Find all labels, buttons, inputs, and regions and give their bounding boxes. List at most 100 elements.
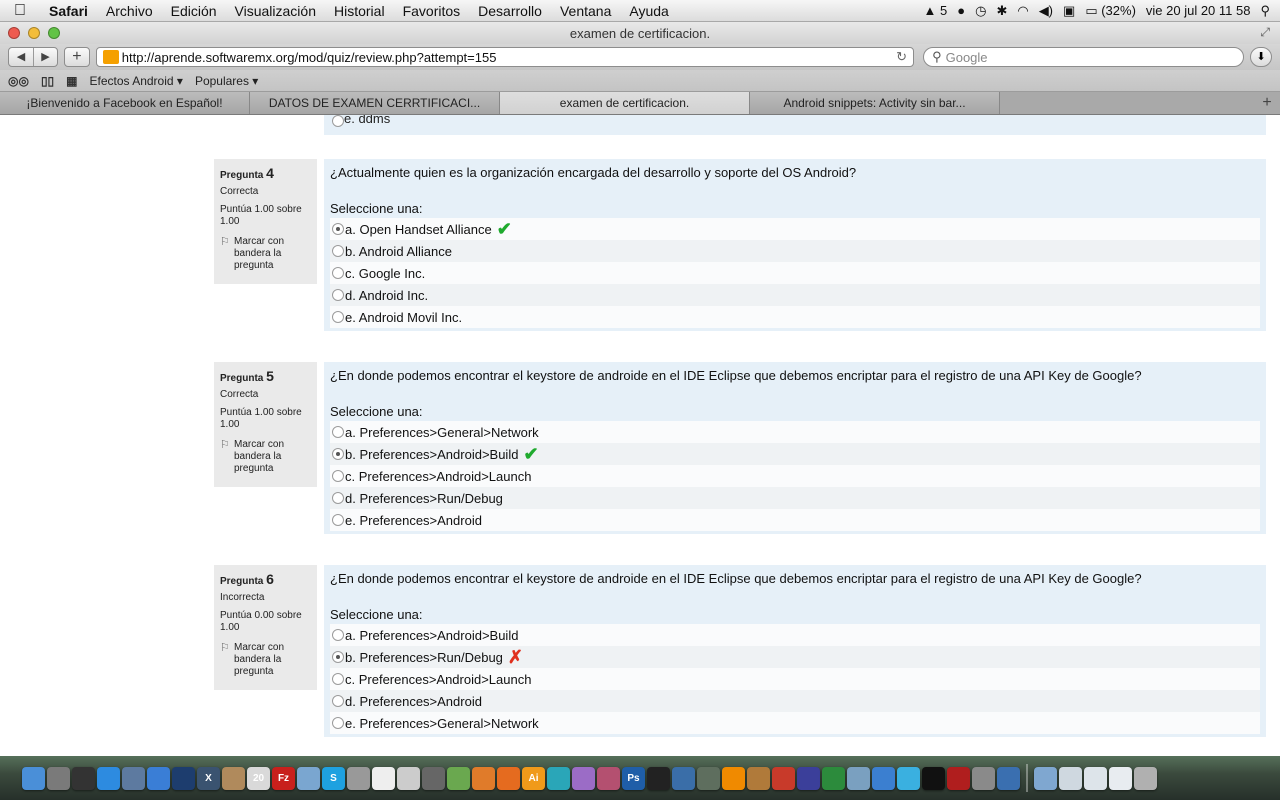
dock-address-book-icon[interactable] [222, 766, 245, 790]
wifi-icon[interactable]: ◠ [1017, 3, 1028, 19]
dock-android-sdk-icon[interactable] [447, 766, 470, 790]
dock-monitor-icon[interactable] [847, 766, 870, 790]
radio-button[interactable] [332, 673, 344, 685]
dock-preview-icon[interactable] [122, 766, 145, 790]
spotlight-icon[interactable]: ⚲ [1260, 3, 1270, 19]
answer-option[interactable]: d. Android Inc. [330, 284, 1260, 306]
dock-virtualbox-icon[interactable] [672, 766, 695, 790]
dock-firefox-icon[interactable] [497, 766, 520, 790]
forward-button[interactable]: ▶ [33, 48, 57, 66]
tab-android-snippets[interactable]: Android snippets: Activity sin bar... [750, 92, 1000, 114]
dock-app-5-icon[interactable] [822, 766, 845, 790]
dock-utility-icon[interactable] [347, 766, 370, 790]
dock-filezilla-icon[interactable]: Fz [272, 766, 295, 790]
dock-ical-icon[interactable]: 20 [247, 766, 270, 790]
dock-illustrator-icon[interactable]: Ai [522, 766, 545, 790]
minimize-window-button[interactable] [28, 27, 40, 39]
downloads-button[interactable]: ⬇ [1250, 47, 1272, 67]
dock-app-4-icon[interactable] [747, 766, 770, 790]
radio-button[interactable] [332, 115, 344, 127]
dock-trash-icon[interactable] [1134, 766, 1157, 790]
answer-option[interactable]: c. Preferences>Android>Launch [330, 668, 1260, 690]
radio-button[interactable] [332, 717, 344, 729]
answer-option[interactable]: a. Preferences>General>Network [330, 421, 1260, 443]
zoom-window-button[interactable] [48, 27, 60, 39]
radio-button[interactable] [332, 629, 344, 641]
answer-option[interactable]: b. Android Alliance [330, 240, 1260, 262]
dock-textedit-icon[interactable] [372, 766, 395, 790]
bookmarks-book-icon[interactable]: ▯▯ [41, 74, 54, 88]
bookmark-populares[interactable]: Populares ▾ [195, 74, 258, 88]
dock-app-3-icon[interactable] [697, 766, 720, 790]
radio-button[interactable] [332, 311, 344, 323]
dock-vlc-icon[interactable] [722, 766, 745, 790]
answer-option[interactable]: c. Preferences>Android>Launch [330, 465, 1260, 487]
clock[interactable]: vie 20 jul 20 11 58 [1146, 3, 1251, 18]
bookmark-efectos-android[interactable]: Efectos Android ▾ [90, 74, 183, 88]
dock-twitter-icon[interactable] [897, 766, 920, 790]
radio-button[interactable] [332, 245, 344, 257]
dock-folder-applications-icon[interactable] [1034, 766, 1057, 790]
dock-angry-birds-icon[interactable] [772, 766, 795, 790]
answer-option[interactable]: a. Preferences>Android>Build [330, 624, 1260, 646]
dock-folder-3-icon[interactable] [1109, 766, 1132, 790]
dock-photo-booth-icon[interactable] [947, 766, 970, 790]
fullscreen-icon[interactable]: ⤢ [1260, 25, 1270, 40]
dock-folder-downloads-icon[interactable] [1084, 766, 1107, 790]
dock-virtual-box-3d-icon[interactable] [297, 766, 320, 790]
menu-favoritos[interactable]: Favoritos [394, 3, 470, 19]
tab-datos-examen[interactable]: DATOS DE EXAMEN CERRTIFICACI... [250, 92, 500, 114]
menu-ayuda[interactable]: Ayuda [620, 3, 677, 19]
battery-icon[interactable]: ▭ (32%) [1085, 3, 1136, 19]
top-sites-icon[interactable]: ▦ [66, 74, 77, 88]
tab-examen-certificacion[interactable]: examen de certificacion. [500, 92, 750, 114]
dock-system-preferences-icon[interactable] [972, 766, 995, 790]
dock-folder-documents-icon[interactable] [1059, 766, 1082, 790]
volume-icon[interactable]: ◀) [1039, 3, 1053, 19]
radio-button[interactable] [332, 492, 344, 504]
menu-edicion[interactable]: Edición [162, 3, 226, 19]
answer-option[interactable]: d. Preferences>Run/Debug [330, 487, 1260, 509]
dock-blender-icon[interactable] [472, 766, 495, 790]
menu-archivo[interactable]: Archivo [97, 3, 162, 19]
reading-list-icon[interactable]: ◎◎ [8, 74, 29, 88]
close-window-button[interactable] [8, 27, 20, 39]
radio-button[interactable] [332, 267, 344, 279]
dock-terminal-icon[interactable] [922, 766, 945, 790]
dock-finder-icon[interactable] [22, 766, 45, 790]
back-button[interactable]: ◀ [9, 48, 33, 66]
answer-option[interactable]: b. Preferences>Run/Debug ✗ [330, 646, 1260, 668]
menu-safari[interactable]: Safari [40, 3, 97, 19]
answer-option[interactable]: e. Preferences>Android [330, 509, 1260, 531]
flag-question-link[interactable]: ⚐ Marcar con bandera la pregunta [220, 439, 311, 475]
dock-quicktime-icon[interactable] [172, 766, 195, 790]
dock-calculator-icon[interactable] [422, 766, 445, 790]
dock-app-store-icon[interactable] [97, 766, 120, 790]
menu-desarrollo[interactable]: Desarrollo [469, 3, 551, 19]
answer-option[interactable]: d. Preferences>Android [330, 690, 1260, 712]
radio-button[interactable] [332, 448, 344, 460]
radio-button[interactable] [332, 470, 344, 482]
dock-safari-icon[interactable] [147, 766, 170, 790]
dock-app-1-icon[interactable] [572, 766, 595, 790]
adobe-updater-icon[interactable]: ▲ 5 [924, 3, 948, 18]
search-field[interactable]: ⚲ Google [923, 47, 1245, 67]
answer-option[interactable]: b. Preferences>Android>Build ✔ [330, 443, 1260, 465]
apple-menu-icon[interactable]:  [0, 2, 40, 20]
keyboard-icon[interactable]: ▣ [1063, 3, 1075, 19]
radio-button[interactable] [332, 695, 344, 707]
dock-document-icon[interactable] [397, 766, 420, 790]
dock-itunes-icon[interactable] [872, 766, 895, 790]
answer-option[interactable]: e. Android Movil Inc. [330, 306, 1260, 328]
radio-button[interactable] [332, 651, 344, 663]
radio-button[interactable] [332, 426, 344, 438]
reload-icon[interactable]: ↻ [896, 49, 907, 65]
flag-question-link[interactable]: ⚐ Marcar con bandera la pregunta [220, 236, 311, 272]
flag-question-link[interactable]: ⚐ Marcar con bandera la pregunta [220, 642, 311, 678]
dock-eclipse-icon[interactable] [797, 766, 820, 790]
dock-app-2-icon[interactable] [597, 766, 620, 790]
time-machine-icon[interactable]: ◷ [975, 3, 986, 19]
dock-network-icon[interactable] [547, 766, 570, 790]
address-bar[interactable]: http://aprende.softwaremx.org/mod/quiz/r… [95, 47, 915, 67]
dock-skype-icon[interactable]: S [322, 766, 345, 790]
